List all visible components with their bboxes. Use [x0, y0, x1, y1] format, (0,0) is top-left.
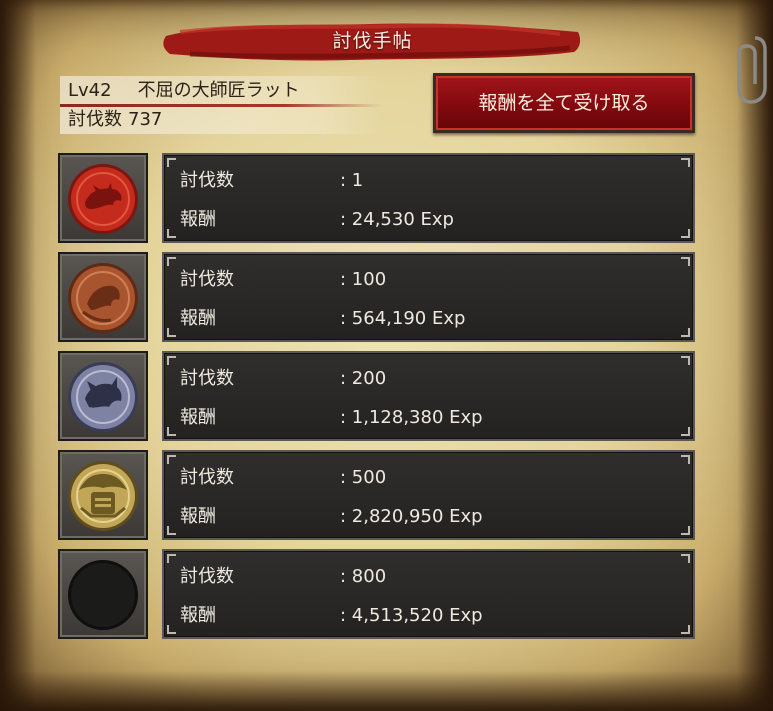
- reward-panel: 討伐数 : 100 報酬 : 564,190 Exp: [162, 252, 695, 342]
- reward-row: 討伐数 : 100 報酬 : 564,190 Exp: [58, 252, 695, 342]
- gold-helmet-medal-icon: [68, 461, 138, 531]
- player-level: Lv42: [68, 80, 112, 101]
- reward-row: 討伐数 : 500 報酬 : 2,820,950 Exp: [58, 450, 695, 540]
- title-banner: 討伐手帖: [160, 14, 585, 68]
- reward-panel: 討伐数 : 500 報酬 : 2,820,950 Exp: [162, 450, 695, 540]
- reward-label: 報酬: [180, 209, 216, 230]
- reward-label: 報酬: [180, 506, 216, 527]
- medal-frame: [58, 450, 148, 540]
- reward-value: : 2,820,950 Exp: [340, 506, 483, 527]
- player-kill-count: 討伐数 737: [68, 107, 162, 133]
- medal-frame: [58, 153, 148, 243]
- player-title: Lv42 不屈の大師匠ラット: [68, 78, 300, 104]
- player-info: Lv42 不屈の大師匠ラット 討伐数 737: [60, 76, 382, 134]
- page-title: 討伐手帖: [332, 30, 413, 52]
- reward-row: 討伐数 : 200 報酬 : 1,128,380 Exp: [58, 351, 695, 441]
- burnt-edge-right: [737, 0, 773, 711]
- reward-row: 討伐数 : 800 報酬 : 4,513,520 Exp: [58, 549, 695, 639]
- reward-value: : 4,513,520 Exp: [340, 605, 483, 626]
- kills-value: : 100: [340, 269, 387, 290]
- locked-medal-icon: [68, 560, 138, 630]
- kills-value: : 200: [340, 368, 387, 389]
- bronze-beast-medal-icon: [68, 263, 138, 333]
- medal-frame: [58, 549, 148, 639]
- kills-label: 討伐数: [180, 269, 234, 290]
- kills-value: : 500: [340, 467, 387, 488]
- reward-value: : 1,128,380 Exp: [340, 407, 483, 428]
- player-kills-value: 737: [128, 109, 163, 130]
- reward-value: : 564,190 Exp: [340, 308, 466, 329]
- kills-label: 討伐数: [180, 467, 234, 488]
- medal-frame: [58, 351, 148, 441]
- kills-label: 討伐数: [180, 170, 234, 191]
- red-beast-medal-icon: [68, 164, 138, 234]
- silver-beast-medal-icon: [68, 362, 138, 432]
- paperclip-icon: [737, 36, 767, 104]
- burnt-edge-left: [0, 0, 36, 711]
- reward-panel: 討伐数 : 200 報酬 : 1,128,380 Exp: [162, 351, 695, 441]
- reward-label: 報酬: [180, 407, 216, 428]
- player-kills-label: 討伐数: [68, 109, 122, 130]
- kills-label: 討伐数: [180, 368, 234, 389]
- medal-frame: [58, 252, 148, 342]
- reward-panel: 討伐数 : 800 報酬 : 4,513,520 Exp: [162, 549, 695, 639]
- claim-all-rewards-button[interactable]: 報酬を全て受け取る: [433, 73, 695, 133]
- kills-label: 討伐数: [180, 566, 234, 587]
- kills-value: : 1: [340, 170, 364, 191]
- burnt-edge-bottom: [0, 671, 773, 711]
- reward-label: 報酬: [180, 605, 216, 626]
- player-name: 不屈の大師匠ラット: [137, 80, 300, 101]
- reward-panel: 討伐数 : 1 報酬 : 24,530 Exp: [162, 153, 695, 243]
- kills-value: : 800: [340, 566, 387, 587]
- reward-value: : 24,530 Exp: [340, 209, 454, 230]
- reward-label: 報酬: [180, 308, 216, 329]
- reward-row: 討伐数 : 1 報酬 : 24,530 Exp: [58, 153, 695, 243]
